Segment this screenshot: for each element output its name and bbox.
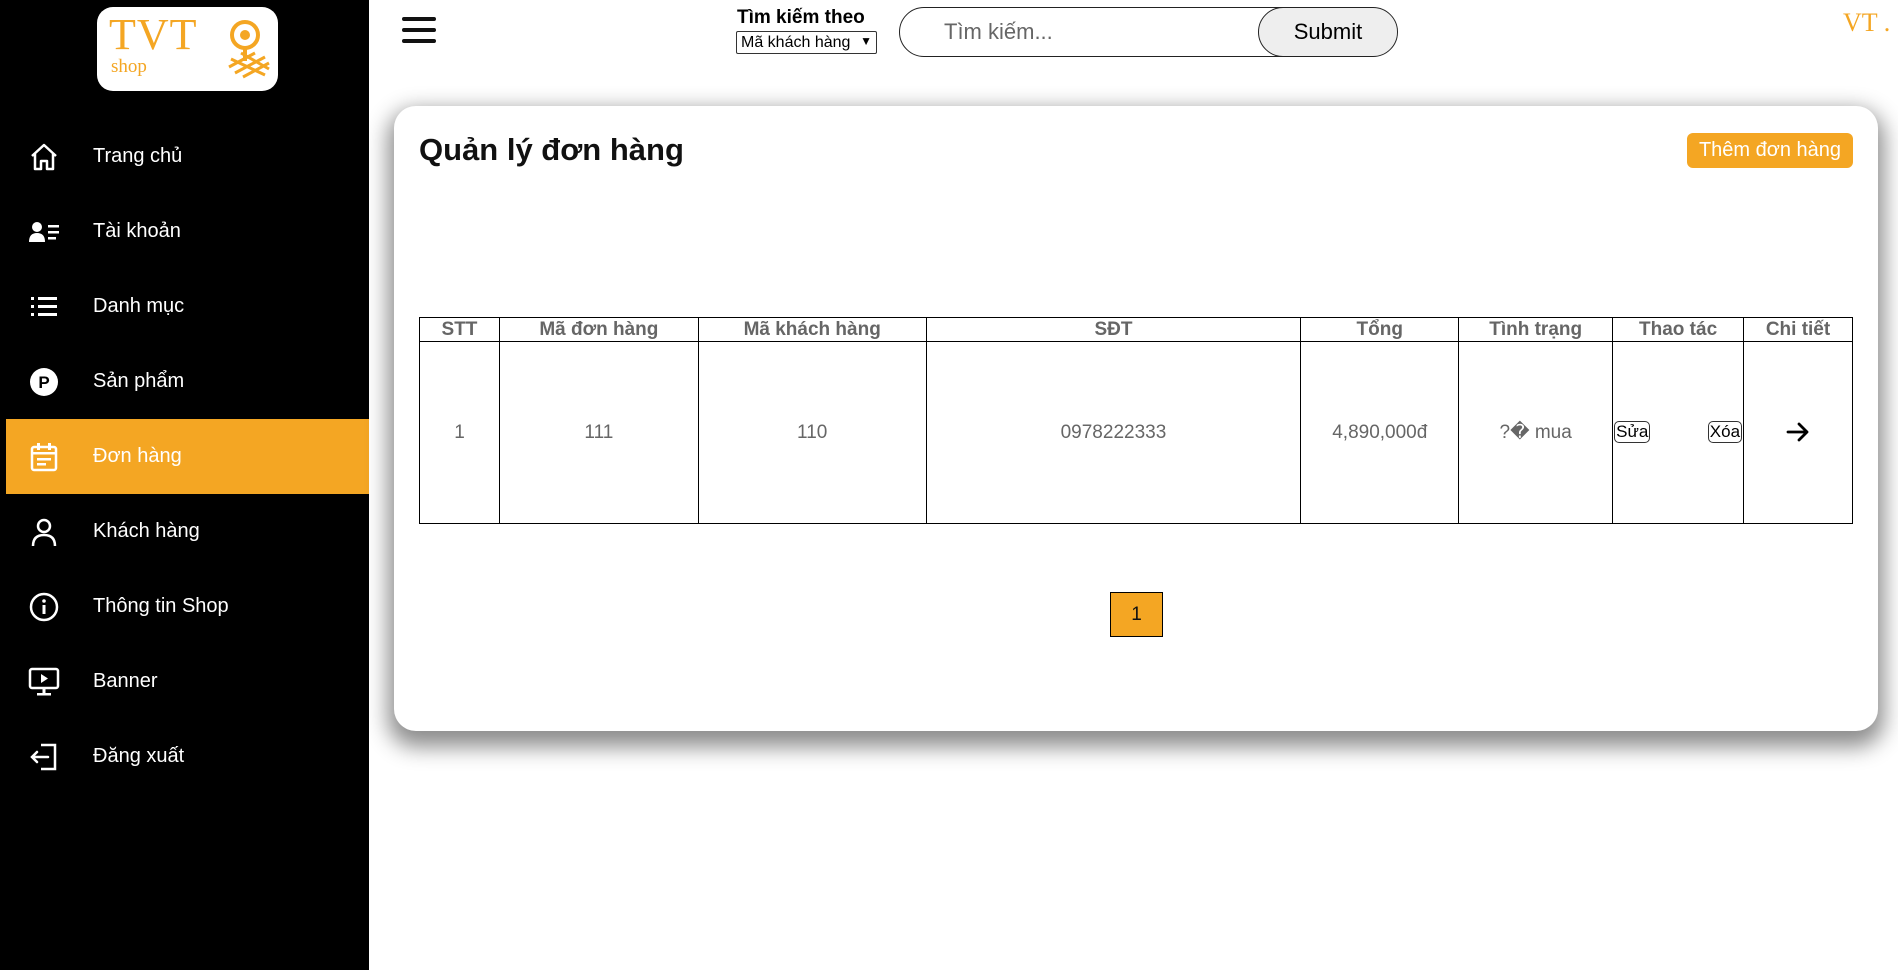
- pagination-page-button[interactable]: 1: [1110, 592, 1163, 637]
- user-icon: [28, 516, 60, 548]
- top-brand-logo: VT .: [1843, 8, 1891, 37]
- submit-button[interactable]: Submit: [1258, 8, 1397, 56]
- sidebar-item-account[interactable]: Tài khoản: [6, 194, 369, 269]
- column-header: SĐT: [925, 317, 1302, 342]
- sidebar-item-logout[interactable]: Đăng xuất: [6, 719, 369, 794]
- column-header: STT: [419, 317, 500, 342]
- sidebar-item-category[interactable]: Danh mục: [6, 269, 369, 344]
- info-icon: [28, 591, 60, 623]
- sidebar-item-home[interactable]: Trang chủ: [6, 119, 369, 194]
- column-header: Tổng: [1300, 317, 1460, 342]
- logo-main-text: TVT: [109, 10, 198, 59]
- search-by-label: Tìm kiếm theo: [737, 7, 865, 28]
- cell-stt: 1: [419, 341, 500, 524]
- search-by-selected: Mã khách hàng: [741, 33, 851, 51]
- logout-icon: [28, 741, 60, 773]
- table-row: 1 111 110 0978222333 4,890,000đ ?� mua S…: [419, 341, 1853, 524]
- column-header: Mã khách hàng: [697, 317, 927, 342]
- sidebar-item-products[interactable]: P Sản phẩm: [6, 344, 369, 419]
- logo-location-icon: [228, 20, 270, 79]
- cell-total: 4,890,000đ: [1300, 341, 1460, 524]
- sidebar-item-customers[interactable]: Khách hàng: [6, 494, 369, 569]
- cell-order-id: 111: [498, 341, 699, 524]
- cell-phone: 0978222333: [925, 341, 1302, 524]
- sidebar-item-label: Khách hàng: [93, 520, 200, 542]
- orders-table: STT Mã đơn hàng Mã khách hàng SĐT Tổng T…: [419, 317, 1853, 524]
- sidebar: TVT shop Trang chủ Tài khoản Danh mục P …: [0, 0, 369, 970]
- cell-detail: [1743, 341, 1853, 524]
- column-header: Chi tiết: [1743, 317, 1853, 342]
- column-header: Tình trạng: [1458, 317, 1614, 342]
- column-header: Mã đơn hàng: [498, 317, 699, 342]
- page-title: Quản lý đơn hàng: [419, 132, 684, 167]
- list-icon: [28, 291, 60, 323]
- sidebar-item-banner[interactable]: Banner: [6, 644, 369, 719]
- sidebar-item-label: Danh mục: [93, 295, 185, 317]
- sidebar-item-label: Sản phẩm: [93, 370, 185, 392]
- account-card-icon: [28, 216, 60, 248]
- monitor-icon: [28, 666, 60, 698]
- sidebar-item-shop-info[interactable]: Thông tin Shop: [6, 569, 369, 644]
- search-input[interactable]: Tìm kiếm...: [944, 8, 1053, 56]
- chevron-down-icon: ▼: [860, 34, 872, 48]
- arrow-right-icon[interactable]: [1784, 418, 1812, 446]
- search-bar: Tìm kiếm... Submit: [899, 7, 1398, 57]
- table-header-row: STT Mã đơn hàng Mã khách hàng SĐT Tổng T…: [419, 317, 1853, 342]
- sidebar-item-label: Đơn hàng: [93, 445, 182, 467]
- column-header: Thao tác: [1612, 317, 1745, 342]
- edit-button[interactable]: Sửa: [1614, 421, 1651, 443]
- sidebar-item-label: Tài khoản: [93, 220, 181, 242]
- logo-sub-text: shop: [111, 56, 147, 77]
- cell-customer-id: 110: [697, 341, 927, 524]
- sidebar-item-label: Đăng xuất: [93, 745, 185, 767]
- order-calendar-icon: [28, 441, 60, 473]
- svg-text:P: P: [38, 373, 49, 392]
- product-p-icon: P: [28, 366, 60, 398]
- sidebar-item-label: Trang chủ: [93, 145, 183, 167]
- cell-status: ?� mua: [1458, 341, 1614, 524]
- sidebar-item-label: Thông tin Shop: [93, 595, 229, 617]
- delete-button[interactable]: Xóa: [1707, 421, 1743, 443]
- search-by-select[interactable]: Mã khách hàng ▼: [736, 31, 877, 54]
- home-icon: [28, 141, 60, 173]
- sidebar-item-orders[interactable]: Đơn hàng: [6, 419, 369, 494]
- order-management-card: Quản lý đơn hàng Thêm đơn hàng STT Mã đơ…: [394, 106, 1878, 731]
- shop-logo[interactable]: TVT shop: [97, 7, 278, 91]
- sidebar-item-label: Banner: [93, 670, 158, 692]
- add-order-button[interactable]: Thêm đơn hàng: [1687, 133, 1853, 168]
- menu-toggle-icon[interactable]: [402, 17, 436, 45]
- cell-actions: Sửa Xóa: [1612, 341, 1745, 524]
